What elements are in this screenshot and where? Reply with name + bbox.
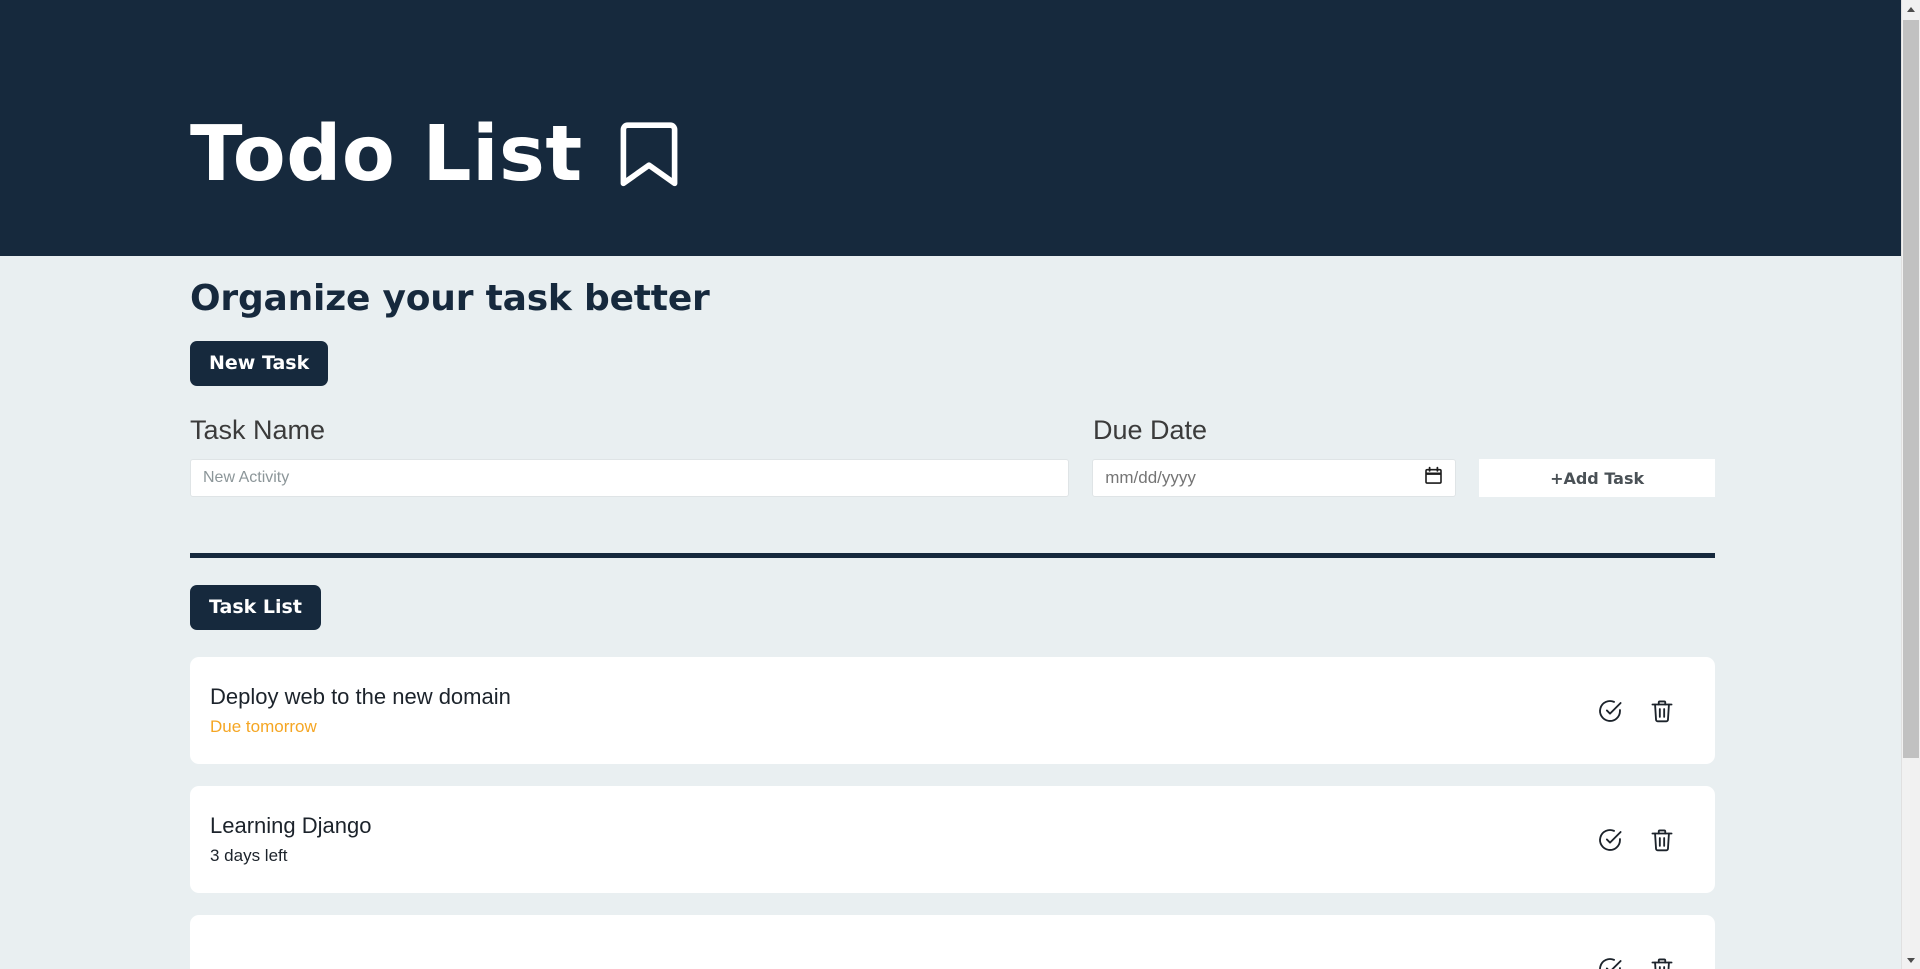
- task-title: Deploy web to the new domain: [210, 683, 511, 709]
- task-title: Learning Django: [210, 812, 372, 838]
- trash-icon[interactable]: [1649, 956, 1675, 969]
- chevron-down-icon: [1907, 957, 1915, 963]
- check-circle-icon[interactable]: [1597, 698, 1623, 724]
- chevron-up-icon: [1907, 6, 1915, 12]
- section-divider: [190, 553, 1715, 559]
- task-info: Deploy web to the new domain Due tomorro…: [210, 683, 511, 737]
- due-date-input[interactable]: [1092, 459, 1457, 498]
- task-list-item[interactable]: Learning Django 3 days left: [190, 786, 1715, 894]
- check-circle-icon[interactable]: [1597, 956, 1623, 969]
- due-date-field[interactable]: [1092, 459, 1457, 498]
- trash-icon[interactable]: [1649, 698, 1675, 724]
- due-date-label: Due Date: [1093, 415, 1208, 446]
- new-task-button[interactable]: New Task: [190, 341, 329, 387]
- subtitle: Organize your task better: [190, 278, 710, 319]
- app-window: Todo List Organize your task better New …: [0, 0, 1920, 969]
- form-fields-row: +Add Task: [190, 459, 1715, 498]
- scrollbar-thumb[interactable]: [1903, 20, 1919, 758]
- task-list: Deploy web to the new domain Due tomorro…: [190, 657, 1901, 969]
- page-scrollbar[interactable]: [1901, 0, 1920, 969]
- task-due-label: Due tomorrow: [210, 716, 317, 736]
- trash-icon[interactable]: [1649, 827, 1675, 853]
- task-actions: [1597, 827, 1675, 853]
- main-content: Organize your task better New Task Task …: [0, 278, 1901, 969]
- add-task-button[interactable]: +Add Task: [1479, 459, 1715, 498]
- task-due-label: 3 days left: [210, 845, 288, 865]
- task-name-label: Task Name: [190, 415, 326, 446]
- page-title: Todo List: [190, 110, 583, 199]
- task-list-item[interactable]: [190, 915, 1715, 969]
- task-info: Learning Django 3 days left: [210, 812, 372, 866]
- scroll-up-arrow[interactable]: [1902, 0, 1920, 18]
- form-labels-row: Task Name Due Date: [190, 416, 1715, 446]
- task-actions: [1597, 956, 1675, 969]
- bookmark-icon: [617, 116, 681, 197]
- scroll-down-arrow[interactable]: [1902, 951, 1920, 969]
- task-list-item[interactable]: Deploy web to the new domain Due tomorro…: [190, 657, 1715, 765]
- header-brand: Todo List: [190, 112, 681, 197]
- task-list-button[interactable]: Task List: [190, 585, 321, 631]
- page-scroll-area: Todo List Organize your task better New …: [0, 0, 1901, 969]
- new-task-form: Task Name Due Date New Activity mm/dd/yy…: [190, 416, 1715, 498]
- check-circle-icon[interactable]: [1597, 827, 1623, 853]
- app-header: Todo List: [0, 0, 1901, 256]
- task-name-input[interactable]: [190, 459, 1070, 498]
- task-actions: [1597, 698, 1675, 724]
